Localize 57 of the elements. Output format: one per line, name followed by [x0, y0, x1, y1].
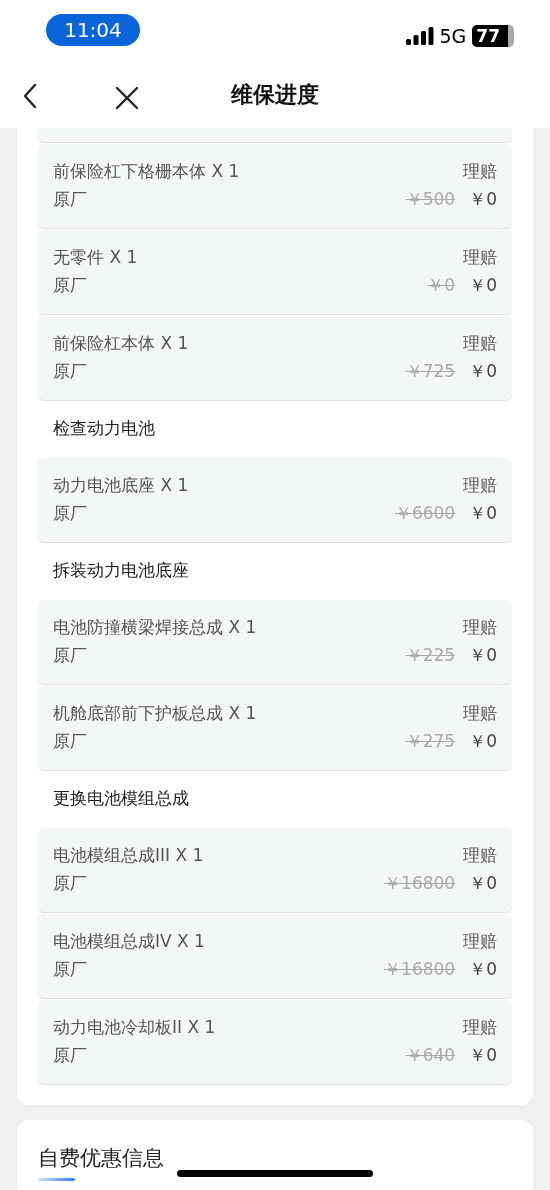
part-name: 电池模组总成III X 1: [53, 843, 204, 867]
original-price: ￥16800: [384, 957, 456, 981]
page-title: 维保进度: [231, 81, 319, 109]
part-name: 电池防撞横梁焊接总成 X 1: [53, 615, 257, 639]
part-source: 原厂: [53, 187, 87, 211]
section-heading: 检查动力电池: [53, 416, 155, 440]
price: ￥0: [469, 643, 497, 667]
part-source: 原厂: [53, 1043, 87, 1067]
price: ￥0: [469, 957, 497, 981]
network-label: 5G: [439, 25, 467, 47]
claim-type: 理赔: [463, 473, 497, 497]
part-source: 原厂: [53, 359, 87, 383]
claim-type: 理赔: [463, 159, 497, 183]
section-heading: 更换电池模组总成: [53, 786, 189, 810]
part-source: 原厂: [53, 871, 87, 895]
part-name: 无零件 X 1: [53, 245, 138, 269]
part-name: 机舱底部前下护板总成 X 1: [53, 701, 257, 725]
part-name: 动力电池底座 X 1: [53, 473, 189, 497]
status-time: 11:04: [46, 14, 140, 46]
claim-type: 理赔: [463, 701, 497, 725]
part-name: 动力电池冷却板II X 1: [53, 1015, 216, 1039]
part-source: 原厂: [53, 273, 87, 297]
claim-type: 理赔: [463, 615, 497, 639]
signal-icon: [405, 27, 434, 45]
part-name: 前保险杠本体 X 1: [53, 331, 189, 355]
back-icon[interactable]: [23, 83, 37, 109]
price: ￥0: [469, 729, 497, 753]
original-price: ￥0: [427, 273, 456, 297]
part-name: 前保险杠下格栅本体 X 1: [53, 159, 240, 183]
original-price: ￥275: [405, 729, 456, 753]
price: ￥0: [469, 501, 497, 525]
close-icon[interactable]: [115, 86, 139, 110]
original-price: ￥6600: [394, 501, 456, 525]
part-source: 原厂: [53, 501, 87, 525]
section-title: 自费优惠信息: [38, 1145, 164, 1172]
title-underline: [38, 1178, 75, 1181]
original-price: ￥640: [405, 1043, 456, 1067]
claim-type: 理赔: [463, 1015, 497, 1039]
price: ￥0: [469, 871, 497, 895]
part-source: 原厂: [53, 729, 87, 753]
original-price: ￥500: [405, 187, 456, 211]
part-name: 电池模组总成IV X 1: [53, 929, 205, 953]
part-source: 原厂: [53, 957, 87, 981]
price: ￥0: [469, 1043, 497, 1067]
battery-indicator: 77: [472, 25, 514, 47]
section-heading: 拆装动力电池底座: [53, 558, 189, 582]
claim-type: 理赔: [463, 245, 497, 269]
price: ￥0: [469, 187, 497, 211]
claim-type: 理赔: [463, 929, 497, 953]
price: ￥0: [469, 273, 497, 297]
claim-type: 理赔: [463, 843, 497, 867]
claim-type: 理赔: [463, 331, 497, 355]
price: ￥0: [469, 359, 497, 383]
original-price: ￥16800: [384, 871, 456, 895]
original-price: ￥725: [405, 359, 456, 383]
part-source: 原厂: [53, 643, 87, 667]
original-price: ￥225: [405, 643, 456, 667]
